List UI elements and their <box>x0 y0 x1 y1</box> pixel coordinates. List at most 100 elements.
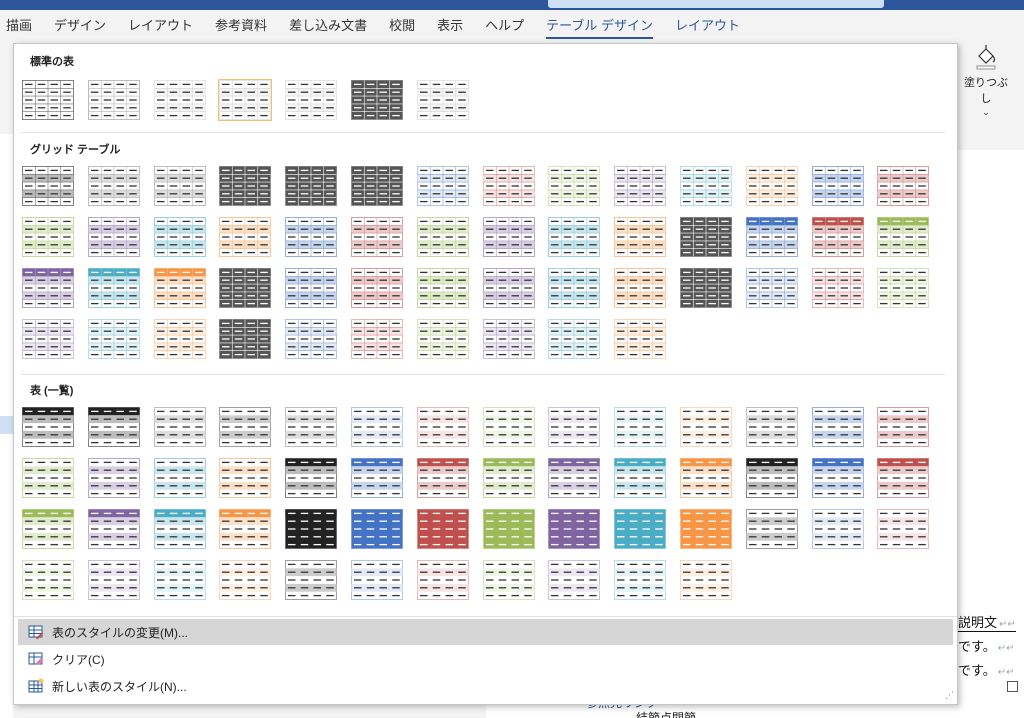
table-style-head-cyan[interactable] <box>88 268 140 308</box>
table-style-grid-dark-gray[interactable] <box>351 166 403 206</box>
table-style-grid-purple[interactable] <box>88 217 140 257</box>
menu-item-0[interactable]: 表のスタイルの変更(M)... <box>18 619 953 645</box>
table-style-list-red[interactable] <box>877 407 929 447</box>
table-style-list-green[interactable] <box>22 458 74 498</box>
table-style-list-gray[interactable] <box>154 407 206 447</box>
table-style-list-black[interactable] <box>88 407 140 447</box>
table-style-grid-green[interactable] <box>417 268 469 308</box>
table-style-light-gray[interactable] <box>154 80 206 120</box>
table-style-list-pale-cyan[interactable] <box>154 560 206 600</box>
table-style-list-solid-black[interactable] <box>285 509 337 549</box>
table-style-grid-light-blue[interactable] <box>417 166 469 206</box>
table-style-grid-light-red[interactable] <box>483 166 535 206</box>
tab-8[interactable]: テーブル デザイン <box>535 10 664 42</box>
table-style-grid-purple[interactable] <box>483 268 535 308</box>
table-style-list-pale-purple[interactable] <box>548 560 600 600</box>
tab-0[interactable]: 描画 <box>0 10 43 42</box>
table-style-grid-light-green[interactable] <box>548 166 600 206</box>
table-style-grid-light-purple[interactable] <box>614 166 666 206</box>
table-style-grid-green[interactable] <box>417 217 469 257</box>
search-box[interactable] <box>548 0 884 8</box>
table-style-list-head-blue[interactable] <box>812 458 864 498</box>
resize-grip-icon[interactable]: ⋰ <box>945 690 954 701</box>
table-style-head-purple[interactable] <box>22 268 74 308</box>
tab-7[interactable]: ヘルプ <box>474 10 535 42</box>
table-style-list-pale-orange[interactable] <box>680 560 732 600</box>
table-style-list-orange[interactable] <box>219 458 271 498</box>
table-style-list-gray[interactable] <box>746 407 798 447</box>
table-style-grid-blue[interactable] <box>812 166 864 206</box>
table-style-list-pale-cyan[interactable] <box>614 560 666 600</box>
table-style-list-light-red[interactable] <box>417 407 469 447</box>
table-style-grid-red[interactable] <box>351 268 403 308</box>
table-style-head-red[interactable] <box>812 217 864 257</box>
table-style-list-solid-purple[interactable] <box>548 509 600 549</box>
table-style-list-light-cyan[interactable] <box>614 407 666 447</box>
table-style-grid-orange[interactable] <box>219 217 271 257</box>
tab-4[interactable]: 差し込み文書 <box>278 10 378 42</box>
table-style-list-solid-orange[interactable] <box>680 509 732 549</box>
table-style-list-pale-green[interactable] <box>483 560 535 600</box>
table-style-grid-dark-gray[interactable] <box>219 166 271 206</box>
table-style-head-dark-gray[interactable] <box>680 217 732 257</box>
table-style-grid-orange[interactable] <box>614 217 666 257</box>
table-style-list-light-blue[interactable] <box>351 407 403 447</box>
table-style-grid-pale-red[interactable] <box>812 268 864 308</box>
table-style-list-pale-blue[interactable] <box>812 509 864 549</box>
table-style-list-solid-green[interactable] <box>483 509 535 549</box>
table-style-grid-gray[interactable] <box>88 166 140 206</box>
table-style-list-pale-blue[interactable] <box>351 560 403 600</box>
shading-button[interactable]: 塗りつぶし ⌄ <box>960 44 1012 117</box>
menu-item-2[interactable]: 新しい表のスタイル(N)... <box>18 673 953 699</box>
table-style-grid-dark-gray[interactable] <box>285 166 337 206</box>
table-style-list-dark-gray[interactable] <box>219 407 271 447</box>
table-style-list-head-red[interactable] <box>877 458 929 498</box>
tab-2[interactable]: レイアウト <box>117 10 204 42</box>
table-style-list-pale-green[interactable] <box>22 560 74 600</box>
table-style-head-green[interactable] <box>877 217 929 257</box>
table-style-grid-pale-purple[interactable] <box>22 319 74 359</box>
table-style-list-purple[interactable] <box>88 458 140 498</box>
table-style-list-pale-red[interactable] <box>877 509 929 549</box>
table-style-list-pale-purple[interactable] <box>88 560 140 600</box>
table-style-list-head-black[interactable] <box>285 458 337 498</box>
table-style-grid-gray[interactable] <box>154 166 206 206</box>
table-style-grid-orange[interactable] <box>614 268 666 308</box>
table-style-list-solid-red[interactable] <box>417 509 469 549</box>
doc-checkbox[interactable] <box>1007 681 1018 692</box>
table-style-plain-gray[interactable] <box>88 80 140 120</box>
table-style-list-dark-gray[interactable] <box>746 509 798 549</box>
table-style-list-head-cyan[interactable] <box>614 458 666 498</box>
table-style-list-light-orange[interactable] <box>680 407 732 447</box>
table-style-grid-pale-blue[interactable] <box>285 319 337 359</box>
nav-selected-item[interactable] <box>0 416 13 434</box>
table-style-list-light-purple[interactable] <box>548 407 600 447</box>
table-style-list-head-purple[interactable] <box>548 458 600 498</box>
table-style-grid-dark-gray[interactable] <box>680 268 732 308</box>
table-style-grid-pale-green[interactable] <box>877 268 929 308</box>
table-style-list-dark-gray[interactable] <box>285 560 337 600</box>
tab-5[interactable]: 校閲 <box>378 10 426 42</box>
table-style-grid-blue[interactable] <box>285 268 337 308</box>
table-style-list-cyan[interactable] <box>154 458 206 498</box>
table-style-grid-pale-orange[interactable] <box>154 319 206 359</box>
table-style-light-gray[interactable] <box>218 79 272 121</box>
table-style-list-light-green[interactable] <box>483 407 535 447</box>
table-style-dark-gray[interactable] <box>351 80 403 120</box>
table-style-grid-green[interactable] <box>22 217 74 257</box>
table-style-list-head-cyan[interactable] <box>154 509 206 549</box>
table-style-grid-dark-gray[interactable] <box>219 319 271 359</box>
tab-3[interactable]: 参考資料 <box>204 10 278 42</box>
table-style-head-blue[interactable] <box>746 217 798 257</box>
table-style-list-solid-blue[interactable] <box>351 509 403 549</box>
table-style-grid-dark-gray[interactable] <box>219 268 271 308</box>
table-style-list-head-purple[interactable] <box>88 509 140 549</box>
table-style-list-pale-red[interactable] <box>417 560 469 600</box>
table-style-list-head-red[interactable] <box>417 458 469 498</box>
table-style-list-blue[interactable] <box>812 407 864 447</box>
table-style-grid-blue[interactable] <box>285 217 337 257</box>
table-style-grid-red[interactable] <box>351 217 403 257</box>
table-style-grid-pale-cyan[interactable] <box>548 319 600 359</box>
table-style-plain-black[interactable] <box>22 80 74 120</box>
table-style-grid-pale-green[interactable] <box>417 319 469 359</box>
